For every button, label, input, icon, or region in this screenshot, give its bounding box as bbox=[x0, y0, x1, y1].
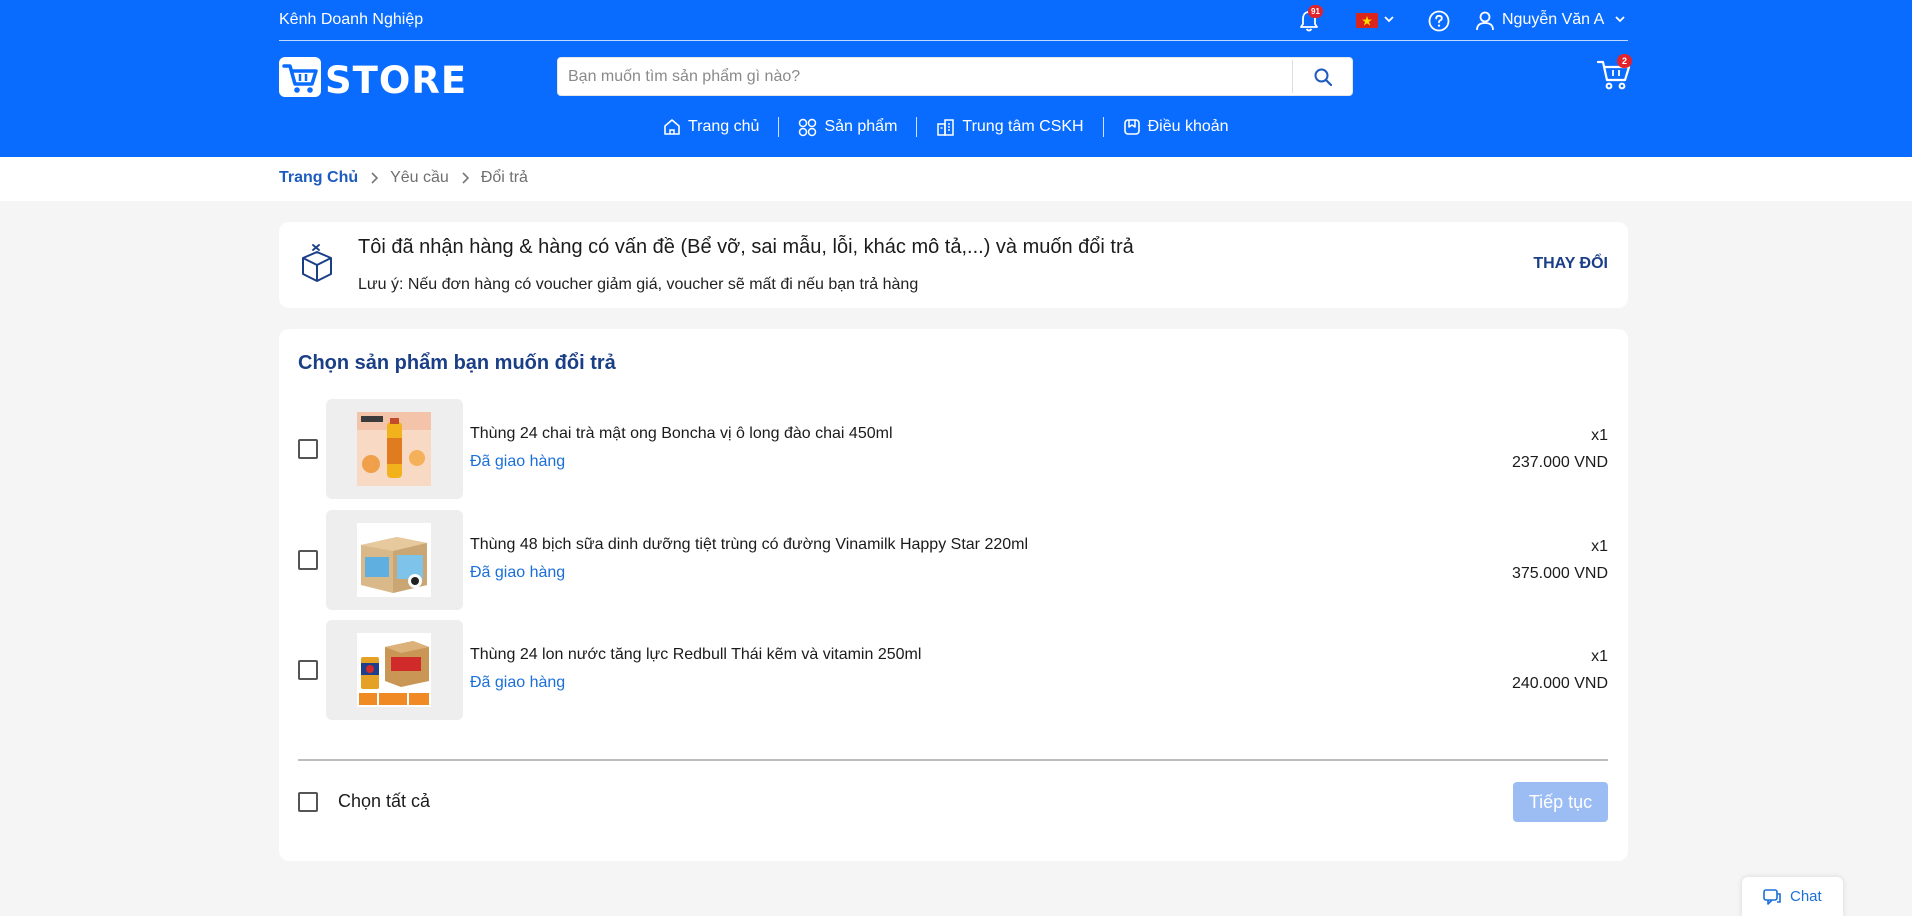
user-name[interactable]: Nguyễn Văn A bbox=[1502, 11, 1604, 29]
breadcrumb-home-link[interactable]: Trang Chủ bbox=[279, 169, 358, 187]
home-icon bbox=[664, 119, 680, 135]
redbull-box-image bbox=[357, 633, 431, 707]
chat-icon bbox=[1763, 888, 1781, 905]
nav-item-customer-care[interactable]: Trung tâm CSKH bbox=[936, 118, 1084, 137]
terms-icon bbox=[1123, 119, 1140, 135]
return-reason-title: Tôi đã nhận hàng & hàng có vấn đề (Bể vỡ… bbox=[358, 236, 1134, 258]
product-row: Thùng 48 bịch sữa dinh dưỡng tiệt trùng … bbox=[298, 510, 1608, 610]
select-all-label[interactable]: Chọn tất cả bbox=[338, 791, 430, 812]
search-input[interactable] bbox=[568, 58, 1268, 95]
breadcrumb-current: Đổi trả bbox=[480, 169, 528, 186]
nav-item-home[interactable]: Trang chủ bbox=[663, 118, 759, 136]
change-reason-button[interactable]: THAY ĐỔI bbox=[1533, 255, 1608, 273]
product-checkbox[interactable] bbox=[298, 660, 318, 680]
nav-label: Trang chủ bbox=[688, 118, 760, 135]
select-all-control[interactable]: Chọn tất cả bbox=[298, 791, 430, 812]
nav-divider bbox=[1102, 117, 1104, 137]
product-quantity: x1 bbox=[1591, 538, 1608, 555]
product-name[interactable]: Thùng 48 bịch sữa dinh dưỡng tiệt trùng … bbox=[470, 536, 1028, 554]
nav-label: Sản phẩm bbox=[824, 118, 898, 135]
product-thumbnail[interactable] bbox=[326, 620, 463, 720]
section-title: Chọn sản phẩm bạn muốn đổi trả bbox=[298, 352, 616, 374]
select-all-checkbox[interactable] bbox=[298, 791, 318, 812]
business-channel-link[interactable]: Kênh Doanh Nghiệp bbox=[279, 11, 423, 29]
nav-label: Trung tâm CSKH bbox=[962, 118, 1084, 135]
return-reason-card: Tôi đã nhận hàng & hàng có vấn đề (Bể vỡ… bbox=[279, 222, 1628, 308]
breadcrumb: Trang Chủ Yêu cầu Đổi trả bbox=[279, 169, 528, 187]
product-checkbox[interactable] bbox=[298, 439, 318, 459]
product-price: 237.000 VND bbox=[1511, 454, 1608, 471]
chat-button[interactable]: Chat bbox=[1742, 877, 1843, 916]
logo-text: STORE bbox=[325, 59, 468, 102]
voucher-note: Lưu ý: Nếu đơn hàng có voucher giảm giá,… bbox=[358, 276, 919, 293]
chevron-right-icon bbox=[369, 171, 379, 185]
divider bbox=[298, 759, 1608, 761]
top-bar: Kênh Doanh Nghiệp 91 Nguyễn Văn A bbox=[279, 0, 1628, 41]
cart-logo-icon bbox=[279, 57, 321, 97]
broken-box-icon bbox=[302, 244, 332, 282]
product-price: 375.000 VND bbox=[1511, 565, 1608, 582]
product-name[interactable]: Thùng 24 lon nước tăng lực Redbull Thái … bbox=[470, 646, 921, 664]
nav-divider bbox=[916, 117, 918, 137]
nav-item-products[interactable]: Sản phẩm bbox=[798, 118, 897, 137]
main-nav: Trang chủ Sản phẩm Trung tâm CSKH Điều k… bbox=[663, 114, 1229, 140]
building-icon bbox=[937, 118, 955, 136]
breadcrumb-bar: Trang Chủ Yêu cầu Đổi trả bbox=[0, 157, 1912, 201]
help-icon[interactable] bbox=[1427, 9, 1451, 33]
product-thumbnail[interactable] bbox=[326, 399, 463, 499]
nav-divider bbox=[778, 117, 780, 137]
product-checkbox[interactable] bbox=[298, 550, 318, 570]
nav-item-terms[interactable]: Điều khoản bbox=[1123, 118, 1229, 136]
boncha-tea-image bbox=[357, 412, 431, 486]
continue-button[interactable]: Tiếp tục bbox=[1513, 782, 1608, 822]
cart-count-badge: 2 bbox=[1617, 54, 1632, 68]
chevron-right-icon bbox=[460, 171, 470, 185]
product-status: Đã giao hàng bbox=[470, 564, 566, 581]
chat-label: Chat bbox=[1790, 888, 1822, 905]
grid-icon bbox=[799, 118, 817, 136]
product-selection-card: Chọn sản phẩm bạn muốn đổi trả Thùng 24 … bbox=[279, 329, 1628, 861]
product-quantity: x1 bbox=[1591, 427, 1608, 444]
vietnam-flag-icon[interactable] bbox=[1356, 13, 1378, 28]
site-header: Kênh Doanh Nghiệp 91 Nguyễn Văn A STORE … bbox=[0, 0, 1912, 157]
product-status: Đã giao hàng bbox=[470, 453, 566, 470]
search-bar bbox=[557, 57, 1353, 96]
user-icon[interactable] bbox=[1475, 10, 1495, 32]
product-row: Thùng 24 lon nước tăng lực Redbull Thái … bbox=[298, 620, 1608, 720]
vinamilk-box-image bbox=[357, 523, 431, 597]
store-logo[interactable]: STORE bbox=[279, 56, 466, 102]
product-quantity: x1 bbox=[1591, 648, 1608, 665]
user-menu-chevron-down-icon[interactable] bbox=[1614, 12, 1626, 26]
search-icon bbox=[1314, 68, 1333, 86]
breadcrumb-request-link[interactable]: Yêu cầu bbox=[390, 169, 449, 187]
product-price: 240.000 VND bbox=[1511, 675, 1608, 692]
search-button[interactable] bbox=[1293, 58, 1353, 95]
product-row: Thùng 24 chai trà mật ong Boncha vị ô lo… bbox=[298, 399, 1608, 499]
product-thumbnail[interactable] bbox=[326, 510, 463, 610]
notification-count-badge: 91 bbox=[1308, 5, 1323, 18]
nav-label: Điều khoản bbox=[1147, 118, 1229, 135]
product-name[interactable]: Thùng 24 chai trà mật ong Boncha vị ô lo… bbox=[470, 425, 893, 443]
language-chevron-down-icon[interactable] bbox=[1383, 12, 1395, 26]
product-status: Đã giao hàng bbox=[470, 674, 566, 691]
